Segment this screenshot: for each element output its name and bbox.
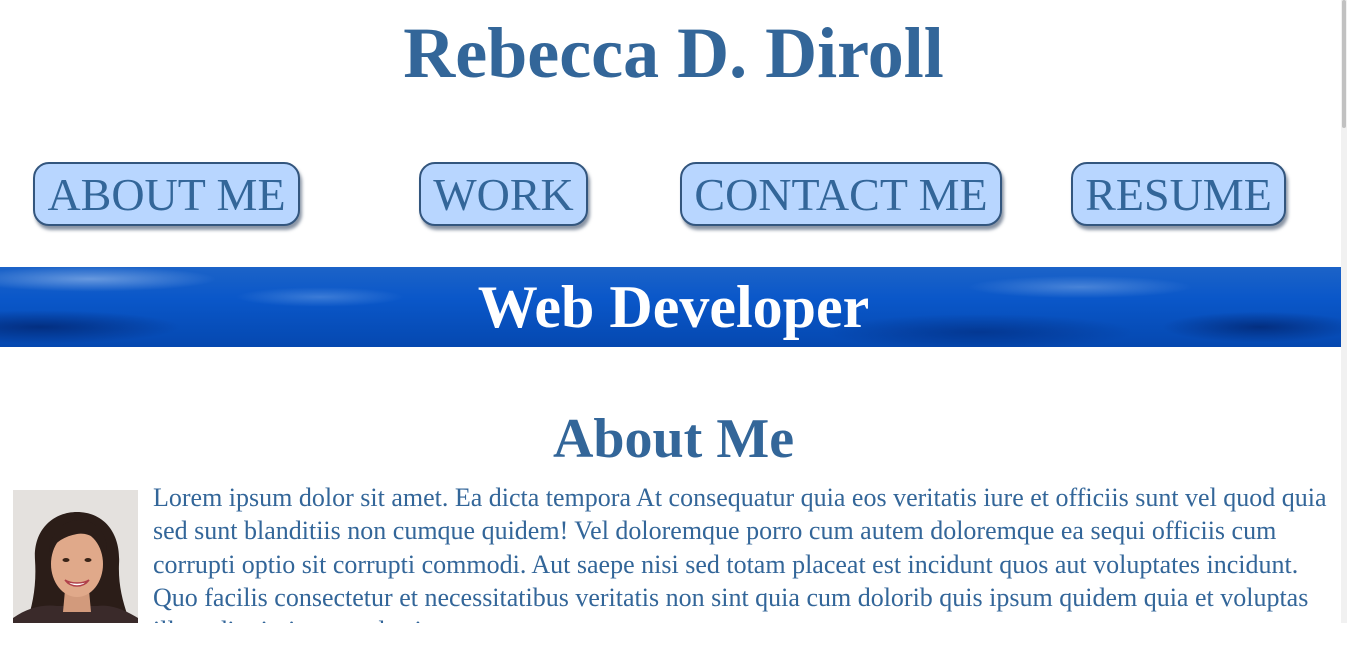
profile-photo: [13, 490, 138, 623]
nav-resume-button[interactable]: RESUME: [1071, 162, 1286, 226]
nav-about-me-button[interactable]: ABOUT ME: [33, 162, 300, 226]
scrollbar-thumb[interactable]: [1342, 0, 1346, 128]
nav-contact-me-button[interactable]: CONTACT ME: [680, 162, 1002, 226]
about-paragraph: Lorem ipsum dolor sit amet. Ea dicta tem…: [153, 483, 1327, 623]
hero-banner: Web Developer: [0, 267, 1347, 347]
about-heading: About Me: [552, 408, 795, 470]
profile-photo-image: [13, 490, 138, 623]
page: Rebecca D. Diroll ABOUT ME WORK CONTACT …: [0, 0, 1347, 623]
banner-title: Web Developer: [477, 274, 870, 340]
vertical-scrollbar[interactable]: [1341, 0, 1347, 623]
nav-work-button[interactable]: WORK: [419, 162, 588, 226]
site-title: Rebecca D. Diroll: [403, 13, 944, 93]
viewport-bottom-edge: [0, 623, 1353, 648]
